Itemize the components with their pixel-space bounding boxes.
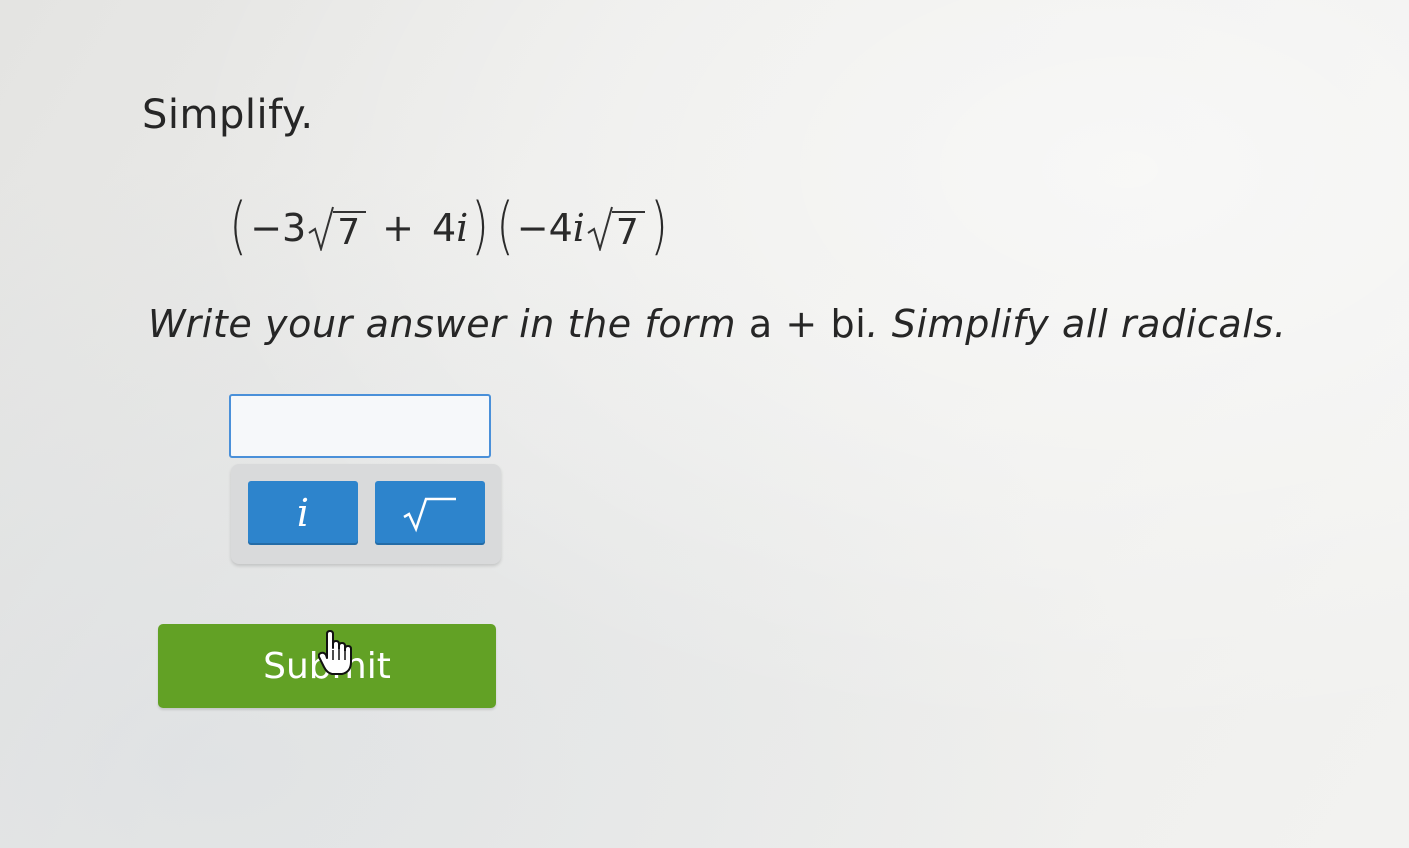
question-prompt: Simplify.	[142, 92, 314, 138]
radical-term1: 7	[308, 205, 367, 251]
open-paren: (	[229, 189, 247, 262]
radical-sign-icon	[587, 206, 613, 251]
term2-imaginary-unit: i	[456, 206, 469, 250]
instructions-text: Write your answer in the form	[148, 302, 749, 346]
math-expression: ( −3 7 + 4 i ) ( −4 i 7 )	[226, 188, 671, 268]
term3-imaginary-unit: i	[572, 206, 585, 250]
answer-input[interactable]	[229, 394, 491, 458]
close-paren: )	[471, 189, 490, 262]
plus-sign: +	[382, 206, 414, 250]
instructions-text-end: . Simplify all radicals.	[866, 302, 1287, 346]
term2-coefficient: 4	[431, 206, 457, 250]
radical-sign-icon	[308, 206, 335, 251]
term3-radicand: 7	[611, 211, 645, 251]
math-keypad: i	[231, 464, 501, 564]
term1-coefficient: −3	[250, 206, 307, 250]
answer-instructions: Write your answer in the form a + bi. Si…	[148, 302, 1287, 346]
close-paren: )	[650, 189, 668, 262]
hand-pointer-icon	[317, 630, 352, 680]
imaginary-unit-button[interactable]: i	[248, 481, 358, 545]
square-root-icon	[403, 497, 456, 533]
term1-radicand: 7	[333, 211, 367, 251]
term3-coefficient: −4	[516, 206, 573, 250]
answer-form: a + bi	[748, 302, 867, 346]
imaginary-unit-label: i	[296, 491, 310, 535]
radical-term3: 7	[587, 205, 645, 251]
open-paren: (	[495, 189, 514, 262]
square-root-button[interactable]	[375, 481, 485, 545]
